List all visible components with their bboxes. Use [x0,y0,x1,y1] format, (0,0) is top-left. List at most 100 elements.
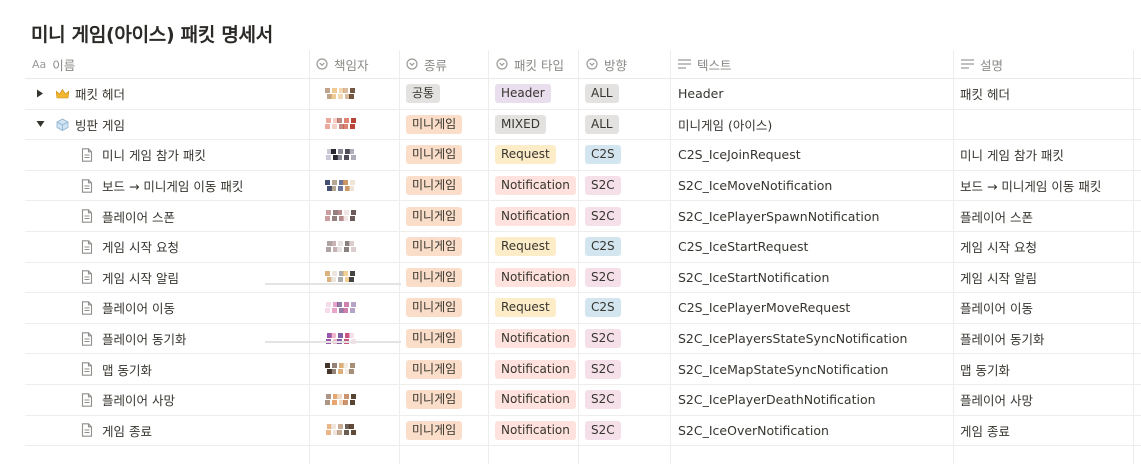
cell-packet-type[interactable]: Notification [495,201,576,231]
row-title[interactable]: 플레이어 이동 [102,298,175,317]
cell-kind[interactable]: 미니게임 [406,140,463,170]
cell-kind[interactable]: 미니게임 [406,263,463,293]
cell-name[interactable]: 패킷 헤더 [33,79,309,109]
cell-owner[interactable] [325,263,375,293]
cell-direction[interactable]: S2C [585,263,621,293]
cell-desc[interactable]: 게임 종료 [960,416,1135,446]
column-header-text[interactable]: 텍스트 [678,50,732,78]
cell-text[interactable]: S2C_IceStartNotification [678,263,948,293]
cell-text[interactable]: S2C_IceMapStateSyncNotification [678,354,948,384]
cell-owner[interactable] [325,110,375,140]
cell-direction[interactable]: C2S [585,293,621,323]
collapse-toggle-icon[interactable] [33,120,47,128]
table-row[interactable]: 게임 시작 요청 미니게임 Request C2S C2S_IceStartReques… [25,232,1141,263]
cell-direction[interactable]: S2C [585,385,621,415]
cell-name[interactable]: 게임 시작 알림 [81,263,357,293]
cell-owner[interactable] [325,354,375,384]
cell-packet-type[interactable]: Notification [495,385,576,415]
cell-name[interactable]: 플레이어 이동 [81,293,357,323]
cell-text[interactable]: Header [678,79,948,109]
table-row[interactable]: 맵 동기화 미니게임 Notification S2C S2C_IceMapStateS… [25,354,1141,385]
cell-packet-type[interactable]: Header [495,79,551,109]
cell-text[interactable]: S2C_IcePlayerDeathNotification [678,385,948,415]
row-title[interactable]: 보드 → 미니게임 이동 패킷 [102,176,243,195]
cell-name[interactable]: 게임 시작 요청 [81,232,357,262]
column-header-direction[interactable]: 방향 [586,50,627,78]
cell-owner[interactable] [325,324,375,354]
column-header-desc[interactable]: 설명 [961,50,1003,78]
cell-text[interactable]: C2S_IceJoinRequest [678,140,948,170]
cell-text[interactable]: 미니게임 (아이스) [678,110,948,140]
cell-direction[interactable]: S2C [585,171,621,201]
cell-direction[interactable]: S2C [585,354,621,384]
cell-desc[interactable]: 게임 시작 요청 [960,232,1135,262]
table-row[interactable]: 게임 종료 미니게임 Notification S2C S2C_IceOverNotif… [25,416,1141,446]
row-title[interactable]: 플레이어 사망 [102,390,175,409]
cell-desc[interactable] [960,110,1135,140]
cell-packet-type[interactable]: Request [495,232,556,262]
cell-kind[interactable]: 미니게임 [406,171,463,201]
row-title[interactable]: 게임 시작 알림 [102,268,179,287]
cell-desc[interactable]: 게임 시작 알림 [960,263,1135,293]
cell-packet-type[interactable]: Request [495,140,556,170]
cell-owner[interactable] [325,201,375,231]
cell-direction[interactable]: ALL [585,110,619,140]
cell-name[interactable]: 플레이어 사망 [81,385,357,415]
cell-owner[interactable] [325,140,375,170]
cell-kind[interactable]: 공통 [406,79,441,109]
cell-packet-type[interactable]: Notification [495,263,576,293]
cell-owner[interactable] [325,232,375,262]
row-title[interactable]: 패킷 헤더 [75,84,125,103]
cell-desc[interactable]: 맵 동기화 [960,354,1135,384]
cell-kind[interactable]: 미니게임 [406,416,463,446]
row-title[interactable]: 게임 시작 요청 [102,237,179,256]
cell-owner[interactable] [325,385,375,415]
table-row[interactable]: 패킷 헤더 공통 Header ALL Header 패킷 헤더 [25,79,1141,110]
table-row[interactable]: 플레이어 스폰 미니게임 Notification S2C S2C_IcePlayerS… [25,201,1141,232]
column-header-owner[interactable]: 책임자 [316,50,369,78]
cell-name[interactable]: 미니 게임 참가 패킷 [81,140,357,170]
cell-packet-type[interactable]: Notification [495,171,576,201]
cell-desc[interactable]: 미니 게임 참가 패킷 [960,140,1135,170]
table-row[interactable]: 플레이어 이동 미니게임 Request C2S C2S_IcePlayerMoveRe… [25,293,1141,324]
column-header-kind[interactable]: 종류 [406,50,447,78]
cell-desc[interactable]: 플레이어 이동 [960,293,1135,323]
cell-text[interactable]: S2C_IcePlayerSpawnNotification [678,201,948,231]
cell-packet-type[interactable]: Notification [495,324,576,354]
cell-kind[interactable]: 미니게임 [406,293,463,323]
cell-text[interactable]: S2C_IceOverNotification [678,416,948,446]
cell-desc[interactable]: 보드 → 미니게임 이동 패킷 [960,171,1135,201]
expand-toggle-icon[interactable] [33,89,47,98]
row-title[interactable]: 맵 동기화 [102,360,152,379]
table-row[interactable]: 미니 게임 참가 패킷 미니게임 Request C2S C2S_IceJoinRequ… [25,140,1141,171]
cell-direction[interactable]: S2C [585,201,621,231]
cell-kind[interactable]: 미니게임 [406,232,463,262]
table-row[interactable]: 플레이어 사망 미니게임 Notification S2C S2C_IcePlayerD… [25,385,1141,416]
row-title[interactable]: 빙판 게임 [75,115,125,134]
cell-desc[interactable]: 패킷 헤더 [960,79,1135,109]
cell-packet-type[interactable]: MIXED [495,110,546,140]
row-title[interactable]: 플레이어 동기화 [102,329,186,348]
cell-kind[interactable]: 미니게임 [406,385,463,415]
row-title[interactable]: 플레이어 스폰 [102,207,175,226]
cell-name[interactable]: 맵 동기화 [81,354,357,384]
table-row[interactable]: 게임 시작 알림 미니게임 Notification S2C S2C_IceStartN… [25,263,1141,294]
cell-name[interactable]: 보드 → 미니게임 이동 패킷 [81,171,357,201]
cell-name[interactable]: 게임 종료 [81,416,357,446]
row-title[interactable]: 미니 게임 참가 패킷 [102,145,206,164]
cell-direction[interactable]: S2C [585,416,621,446]
cell-text[interactable]: S2C_IceMoveNotification [678,171,948,201]
cell-name[interactable]: 플레이어 동기화 [81,324,357,354]
row-title[interactable]: 게임 종료 [102,421,152,440]
cell-owner[interactable] [325,416,375,446]
cell-name[interactable]: 빙판 게임 [33,110,309,140]
cell-text[interactable]: S2C_IcePlayersStateSyncNotification [678,324,948,354]
cell-desc[interactable]: 플레이어 스폰 [960,201,1135,231]
cell-kind[interactable]: 미니게임 [406,110,463,140]
cell-direction[interactable]: ALL [585,79,619,109]
cell-packet-type[interactable]: Notification [495,416,576,446]
cell-owner[interactable] [325,171,375,201]
cell-kind[interactable]: 미니게임 [406,201,463,231]
cell-kind[interactable]: 미니게임 [406,354,463,384]
cell-owner[interactable] [325,79,375,109]
